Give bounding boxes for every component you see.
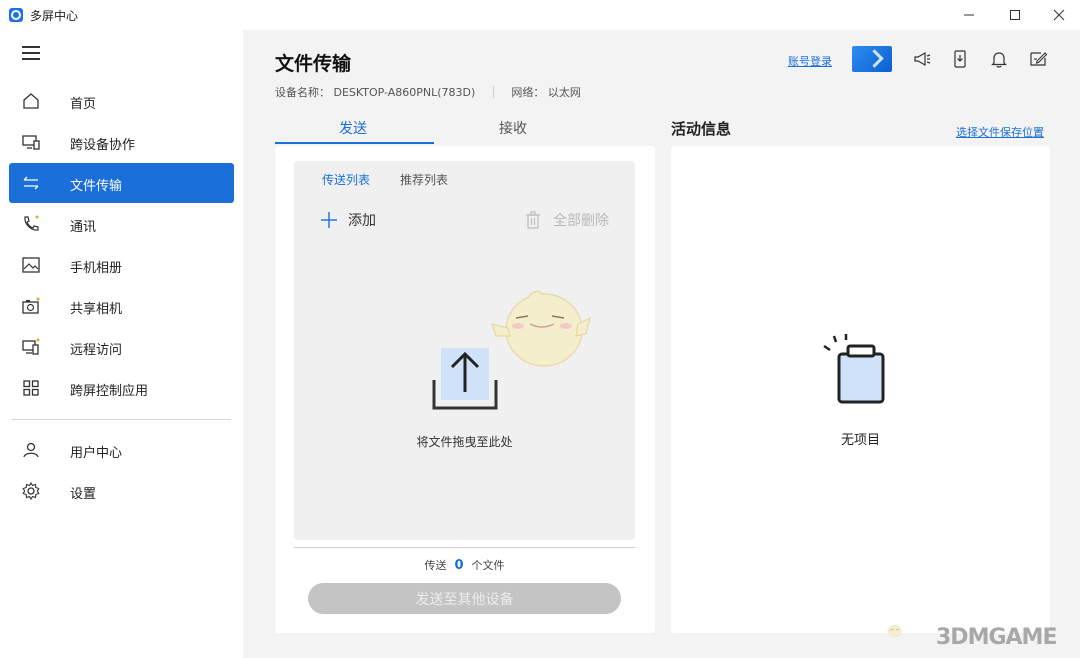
- phone-download-icon[interactable]: [950, 49, 970, 69]
- sidebar-item-file-transfer[interactable]: 文件传输: [9, 163, 234, 203]
- count-value: 0: [454, 558, 464, 573]
- apps-grid-icon: [21, 378, 41, 398]
- sidebar-item-label: 共享相机: [70, 302, 123, 317]
- sidebar: 首页 跨设备协作 文件传输 通讯 手机相册 共享相机 远程访问 跨屏控制应用 用…: [0, 30, 243, 658]
- tab-receive[interactable]: 接收: [499, 118, 527, 138]
- cross-device-icon: [21, 132, 41, 152]
- camera-icon: [21, 296, 41, 316]
- sidebar-item-settings[interactable]: 设置: [9, 471, 234, 511]
- page-title: 文件传输: [275, 53, 352, 75]
- remote-access-icon: [21, 337, 41, 357]
- sidebar-divider: [12, 419, 231, 420]
- subtab-recommend-list[interactable]: 推荐列表: [400, 171, 448, 188]
- sidebar-item-label: 远程访问: [70, 343, 123, 358]
- minimize-button[interactable]: [946, 0, 992, 30]
- app-logo-icon: [9, 8, 23, 22]
- sidebar-item-label: 设置: [70, 487, 97, 502]
- mascot-illustration: [491, 290, 591, 367]
- add-label: 添加: [348, 213, 376, 229]
- home-icon: [21, 91, 41, 111]
- activity-title: 活动信息: [671, 120, 732, 138]
- sidebar-item-label: 通讯: [70, 220, 97, 235]
- watermark-text: 3DMGAME: [936, 625, 1057, 650]
- sidebar-item-label: 用户中心: [70, 446, 123, 461]
- feedback-icon[interactable]: [1028, 49, 1048, 69]
- trash-icon: [525, 211, 541, 229]
- send-to-other-devices-button[interactable]: 发送至其他设备: [308, 583, 621, 614]
- tab-send[interactable]: 发送: [339, 118, 367, 138]
- minimize-icon: [964, 14, 974, 16]
- add-file-button[interactable]: 添加: [320, 210, 376, 230]
- hamburger-menu-icon[interactable]: [22, 46, 40, 60]
- sidebar-item-remote-access[interactable]: 远程访问: [9, 327, 234, 367]
- plus-icon: [320, 211, 338, 230]
- transfer-arrows-icon: [21, 173, 41, 193]
- login-link[interactable]: 账号登录: [788, 53, 832, 69]
- sidebar-item-home[interactable]: 首页: [9, 81, 234, 121]
- send-count: 传送 0 个文件: [294, 557, 635, 573]
- sidebar-item-label: 手机相册: [70, 261, 123, 276]
- window-title: 多屏中心: [30, 9, 79, 23]
- phone-icon: [21, 214, 41, 234]
- sidebar-item-label: 跨设备协作: [70, 138, 136, 153]
- maximize-button[interactable]: [992, 0, 1038, 30]
- gear-icon: [21, 481, 41, 501]
- sidebar-item-shared-camera[interactable]: 共享相机: [9, 286, 234, 326]
- subtab-send-list[interactable]: 传送列表: [322, 171, 370, 188]
- close-button[interactable]: [1036, 0, 1080, 30]
- clipboard-icon: [823, 334, 885, 404]
- count-suffix: 个文件: [471, 559, 505, 572]
- device-label: 设备名称：: [275, 86, 330, 99]
- user-icon: [21, 440, 41, 460]
- title-bar: 多屏中心: [0, 0, 1080, 30]
- drop-hint-text: 将文件拖曳至此处: [416, 435, 513, 449]
- sidebar-item-label: 跨屏控制应用: [70, 384, 149, 399]
- sidebar-item-communication[interactable]: 通讯: [9, 204, 234, 244]
- sidebar-item-label: 首页: [70, 97, 97, 112]
- tab-underline: [275, 142, 434, 144]
- bell-icon[interactable]: [989, 49, 1009, 69]
- sidebar-item-cross-screen-apps[interactable]: 跨屏控制应用: [9, 368, 234, 408]
- choose-save-location-link[interactable]: 选择文件保存位置: [956, 124, 1044, 140]
- flat-screen-icon[interactable]: [852, 46, 892, 72]
- close-icon: [1053, 9, 1065, 21]
- sidebar-item-user-center[interactable]: 用户中心: [9, 430, 234, 470]
- device-info: 设备名称： DESKTOP-A860PNL(783D) 网络： 以太网: [275, 84, 581, 100]
- panel-divider: [294, 547, 635, 548]
- info-separator: [492, 86, 494, 98]
- count-prefix: 传送: [424, 559, 447, 572]
- megaphone-icon[interactable]: [912, 49, 932, 69]
- delete-all-button[interactable]: 全部删除: [525, 210, 609, 230]
- network-label: 网络：: [511, 86, 545, 99]
- gallery-icon: [21, 255, 41, 275]
- sidebar-item-cross-device[interactable]: 跨设备协作: [9, 122, 234, 162]
- delete-all-label: 全部删除: [553, 213, 609, 229]
- empty-state-text: 无项目: [840, 433, 880, 448]
- sidebar-item-gallery[interactable]: 手机相册: [9, 245, 234, 285]
- network-value: 以太网: [547, 86, 581, 99]
- sidebar-item-label: 文件传输: [70, 179, 123, 194]
- maximize-icon: [1010, 10, 1020, 20]
- device-name: DESKTOP-A860PNL(783D): [333, 86, 476, 99]
